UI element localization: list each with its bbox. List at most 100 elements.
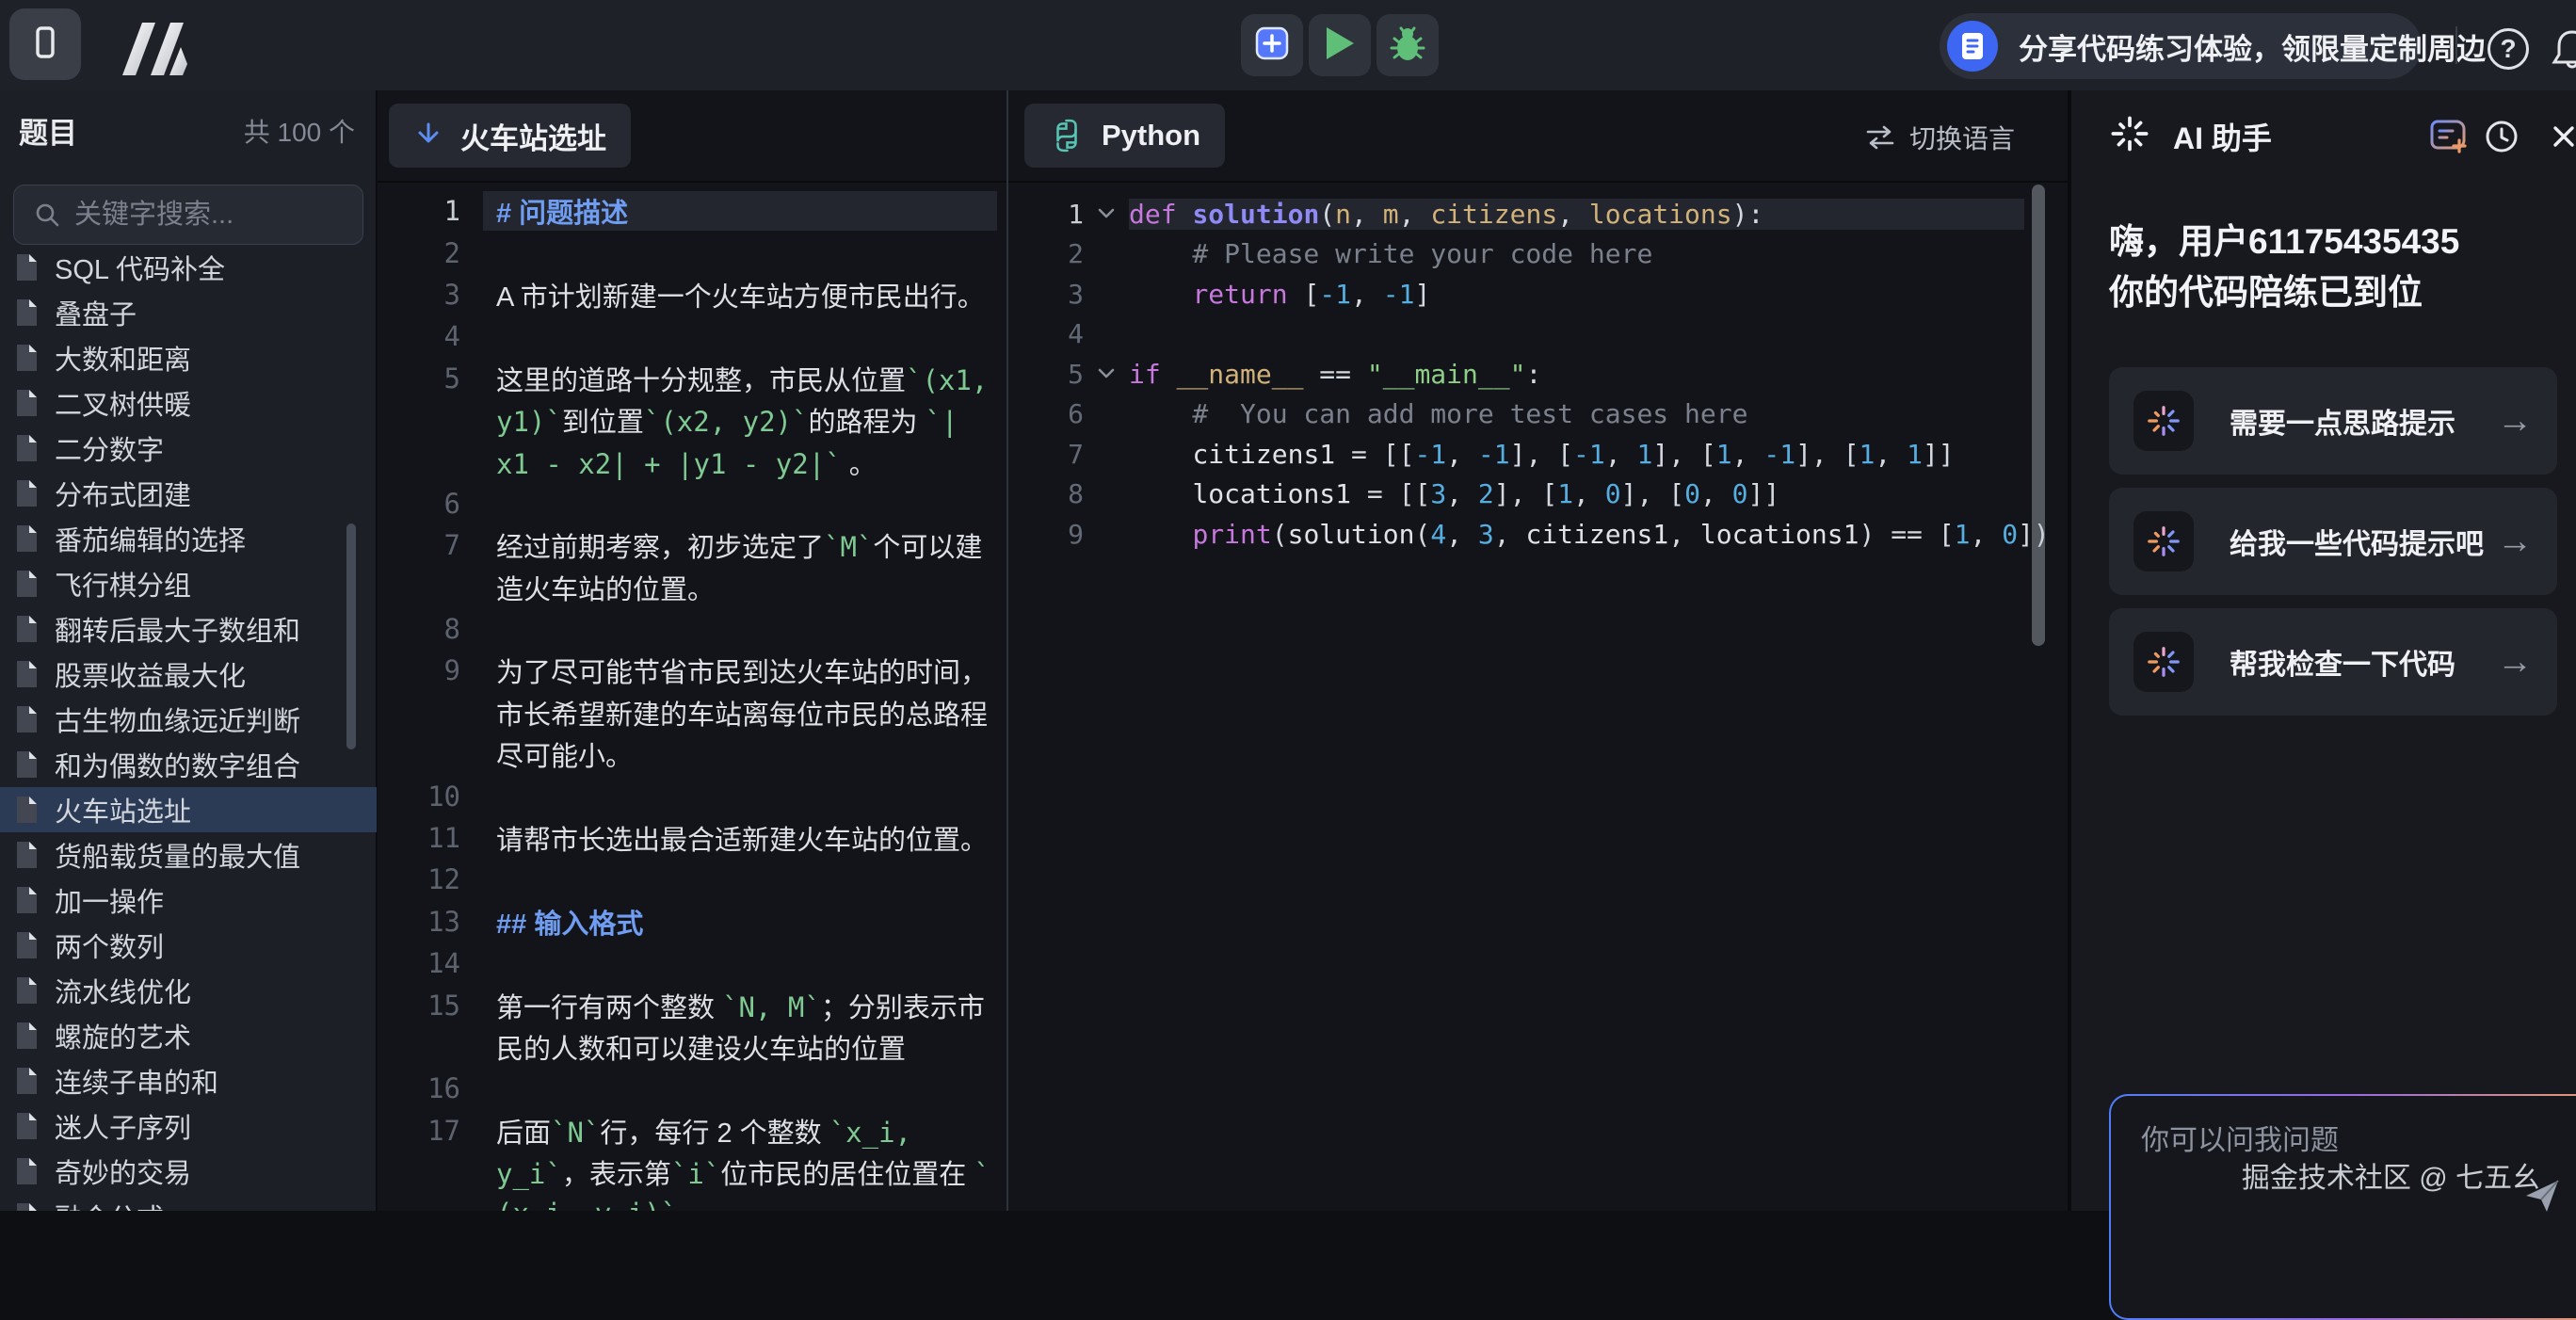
add-button[interactable] — [1241, 14, 1303, 76]
arrow-down-icon — [413, 121, 443, 151]
sidebar-problem-item[interactable]: 股票收益最大化 — [0, 652, 377, 697]
line-number: 2 — [378, 237, 460, 269]
problem-label: 奇妙的交易 — [55, 1151, 191, 1191]
token: (x_i, y_i)` — [496, 1198, 677, 1211]
file-icon — [13, 388, 40, 418]
ai-suggestion-card[interactable]: 给我一些代码提示吧 → — [2109, 488, 2557, 595]
language-tab[interactable]: Python — [1024, 104, 1225, 168]
switch-language-button[interactable]: 切换语言 — [1864, 119, 2015, 156]
token: == — [1891, 519, 1923, 550]
new-chat-button[interactable] — [2427, 115, 2471, 158]
markdown-editor[interactable]: 1 # 问题描述 2 3 A 市计划新建一个火车站方便市民出行。 4 5 这里的… — [378, 183, 1006, 1211]
md-line-text: 请帮市长选出最合适新建火车站的位置。 — [496, 818, 995, 858]
md-line: 12 — [378, 859, 1006, 900]
md-line: 13 ## 输入格式 — [378, 901, 1006, 942]
help-button[interactable]: ? — [2487, 28, 2529, 70]
code-line-text: locations1 = [[3, 2], [1, 0], [0, 0]] — [1129, 478, 1779, 509]
token: # 问题描述 — [496, 199, 628, 229]
sidebar-problem-item[interactable]: 两个数列 — [0, 923, 377, 968]
token: ## 输入格式 — [496, 910, 643, 940]
md-line: x1 - x2| + |y1 - y2|` 。 — [378, 441, 1006, 482]
problem-count: 共 100 个 — [244, 112, 355, 150]
notifications-button[interactable] — [2548, 26, 2576, 73]
fold-chevron-icon[interactable] — [1084, 408, 1129, 421]
sidebar-problem-item[interactable]: 二分数字 — [0, 426, 377, 471]
ai-suggestion-card[interactable]: 帮我检查一下代码 → — [2109, 608, 2557, 716]
md-line-text: # 问题描述 — [483, 191, 997, 231]
sidebar-toggle-button[interactable] — [9, 8, 81, 80]
sidebar-problem-item[interactable]: 加一操作 — [0, 877, 377, 923]
token: 1 — [1955, 519, 1971, 550]
top-bar: 分享代码练习体验，领限量定制周边 ? — [0, 0, 2576, 92]
sidebar-problem-item[interactable]: 螺旋的艺术 — [0, 1013, 377, 1058]
token: = — [1351, 478, 1399, 509]
token: print — [1192, 519, 1271, 550]
history-button[interactable] — [2480, 115, 2523, 158]
file-icon — [13, 343, 40, 373]
fold-chevron-icon[interactable] — [1084, 447, 1129, 460]
sidebar-problem-item[interactable]: SQL 代码补全 — [0, 245, 377, 290]
fold-chevron-icon[interactable] — [1084, 207, 1129, 220]
sidebar-problem-item[interactable]: 火车站选址 — [0, 787, 377, 832]
app-logo[interactable] — [111, 23, 201, 75]
sidebar-problem-item[interactable]: 货船载货量的最大值 — [0, 832, 377, 877]
run-button[interactable] — [1309, 14, 1371, 76]
token: `x_i, — [829, 1117, 911, 1149]
token: -1 — [1319, 279, 1351, 310]
sidebar-problem-item[interactable]: 叠盘子 — [0, 290, 377, 335]
file-icon — [13, 1066, 40, 1096]
promo-banner[interactable]: 分享代码练习体验，领限量定制周边 — [1940, 13, 2422, 79]
sidebar-problem-item[interactable]: 翻转后最大子数组和 — [0, 606, 377, 652]
sidebar-problem-item[interactable]: 分布式团建 — [0, 471, 377, 516]
fold-chevron-icon[interactable] — [1084, 287, 1129, 300]
fold-chevron-icon[interactable] — [1084, 328, 1129, 341]
fold-chevron-icon[interactable] — [1084, 527, 1129, 540]
sidebar-problem-item[interactable]: 迷人子序列 — [0, 1103, 377, 1149]
token: 1 — [1907, 439, 1923, 470]
sidebar-problem-item[interactable]: 飞行棋分组 — [0, 561, 377, 606]
file-icon — [13, 749, 40, 780]
token: 。 — [842, 450, 877, 480]
sidebar-problem-item[interactable]: 番茄编辑的选择 — [0, 516, 377, 561]
ai-suggestion-card[interactable]: 需要一点思路提示 → — [2109, 367, 2557, 475]
sidebar-problem-item[interactable]: 奇妙的交易 — [0, 1149, 377, 1194]
token: y_i` — [496, 1158, 562, 1190]
line-number: 3 — [1008, 279, 1084, 310]
code-editor[interactable]: 1 def solution(n, m, citizens, locations… — [1008, 183, 2068, 1211]
close-button[interactable] — [2542, 115, 2576, 158]
fold-chevron-icon[interactable] — [1084, 488, 1129, 501]
file-icon — [13, 975, 40, 1006]
file-icon — [13, 704, 40, 734]
sparkle-color-icon — [2133, 511, 2194, 571]
problem-tab[interactable]: 火车站选址 — [389, 104, 631, 168]
md-line: 9 为了尽可能节省市民到达火车站的时间， — [378, 650, 1006, 691]
code-line: 8 locations1 = [[3, 2], [1, 0], [0, 0]] — [1008, 475, 2068, 515]
debug-button[interactable] — [1377, 14, 1439, 76]
token: `M` — [824, 531, 873, 563]
sidebar-problem-item[interactable]: 大数和距离 — [0, 335, 377, 380]
token: 后面 — [496, 1119, 551, 1149]
token: ] — [1414, 279, 1430, 310]
send-icon[interactable] — [2523, 1177, 2561, 1219]
sidebar-problem-item[interactable]: 和为偶数的数字组合 — [0, 742, 377, 787]
problem-label: 货船载货量的最大值 — [55, 835, 300, 875]
file-icon — [13, 795, 40, 825]
md-line-text: ## 输入格式 — [496, 902, 995, 942]
fold-chevron-icon[interactable] — [1084, 248, 1129, 261]
fold-chevron-icon[interactable] — [1084, 367, 1129, 380]
line-number: 12 — [378, 863, 460, 895]
token: ], [ — [1652, 439, 1715, 470]
code-line-text: print(solution(4, 3, citizens1, location… — [1129, 519, 2050, 550]
sidebar-problem-item[interactable]: 二叉树供暖 — [0, 380, 377, 426]
sidebar-problem-item[interactable]: 古生物血缘远近判断 — [0, 697, 377, 742]
sidebar-scrollbar[interactable] — [346, 523, 356, 749]
sidebar-problem-item[interactable]: 融合公式 — [0, 1194, 377, 1211]
code-scrollbar[interactable] — [2032, 185, 2045, 646]
sidebar-problem-item[interactable]: 连续子串的和 — [0, 1058, 377, 1103]
token: 3 — [1430, 478, 1446, 509]
token: 行，每行 2 个整数 — [600, 1119, 829, 1149]
md-line: 10 — [378, 775, 1006, 816]
problem-label: 股票收益最大化 — [55, 654, 246, 694]
sidebar-problem-item[interactable]: 流水线优化 — [0, 968, 377, 1013]
search-box — [13, 185, 363, 245]
